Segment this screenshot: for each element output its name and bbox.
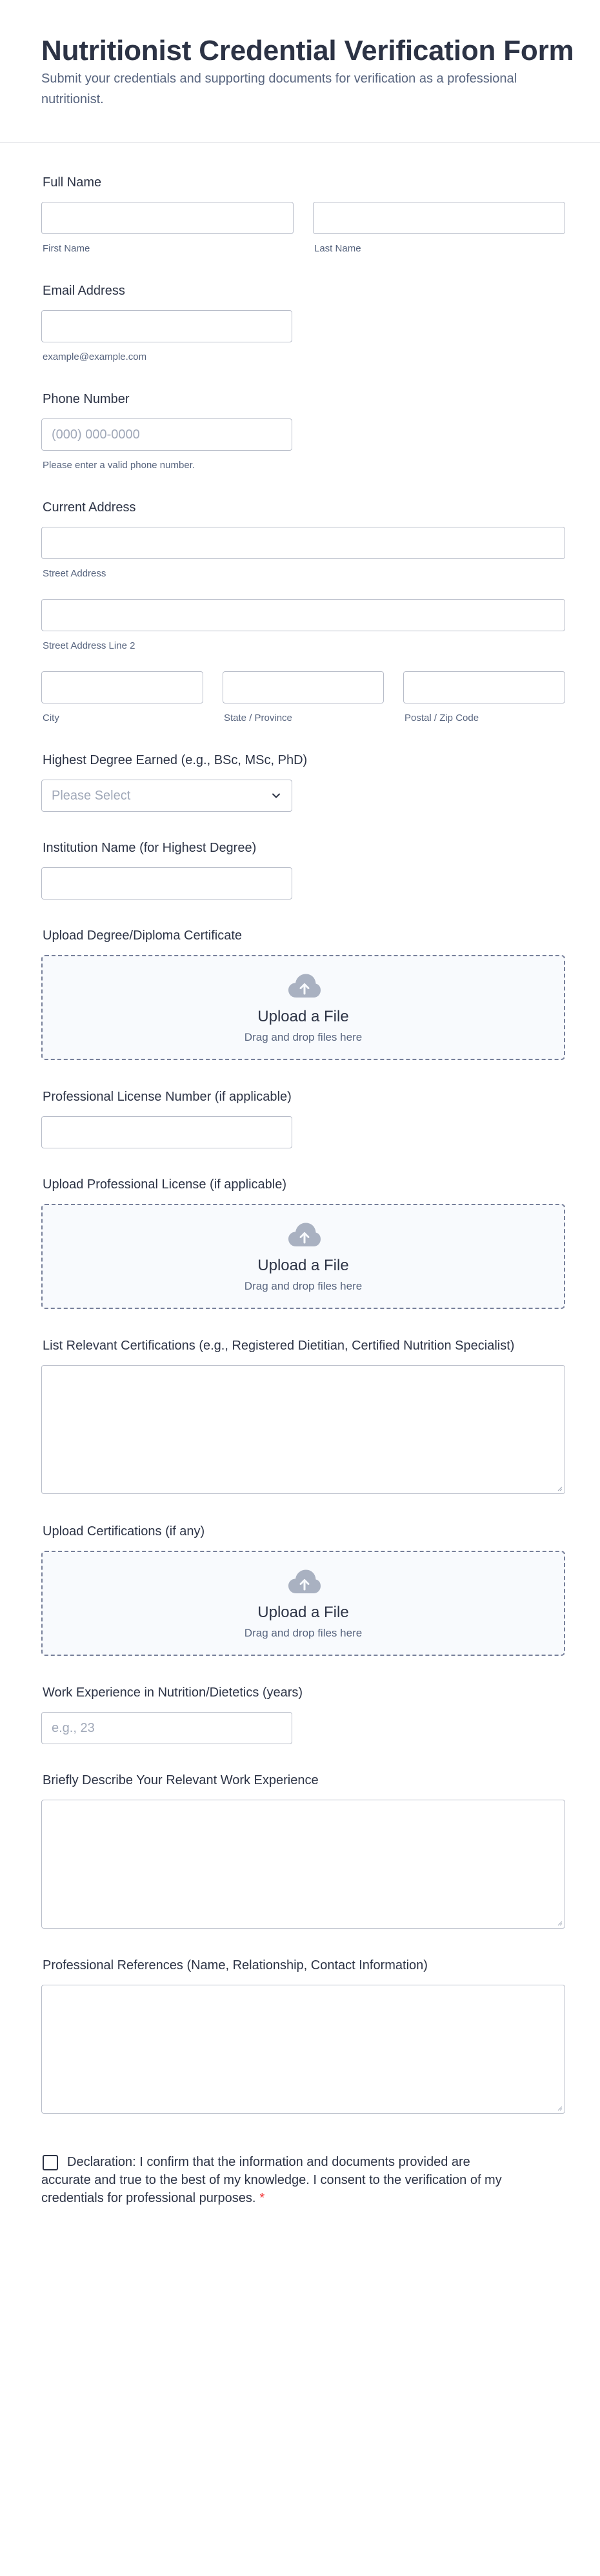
degree-upload-title: Upload a File [257, 1008, 349, 1025]
form-header: Nutritionist Credential Verification For… [0, 0, 600, 143]
street-address-line2-sublabel: Street Address Line 2 [43, 640, 135, 651]
experience-desc-textarea[interactable] [41, 1800, 565, 1929]
phone-placeholder: (000) 000-0000 [52, 428, 140, 442]
email-input[interactable] [41, 310, 292, 342]
institution-label: Institution Name (for Highest Degree) [43, 841, 257, 855]
experience-desc-label: Briefly Describe Your Relevant Work Expe… [43, 1773, 319, 1787]
street-address-sublabel: Street Address [43, 568, 106, 579]
zip-sublabel: Postal / Zip Code [405, 713, 479, 723]
email-sublabel: example@example.com [43, 351, 147, 362]
license-upload-hint: Drag and drop files here [244, 1280, 363, 1292]
zip-input[interactable] [403, 671, 565, 703]
full-name-label: Full Name [43, 175, 102, 190]
degree-selected-value: Please Select [52, 789, 131, 803]
street-address-input[interactable] [41, 527, 565, 559]
declaration-text-block: Declaration: I confirm that the informat… [41, 2153, 506, 2207]
degree-label: Highest Degree Earned (e.g., BSc, MSc, P… [43, 753, 308, 767]
license-number-label: Professional License Number (if applicab… [43, 1090, 292, 1104]
license-upload-title: Upload a File [257, 1257, 349, 1274]
references-label: Professional References (Name, Relations… [43, 1958, 428, 1972]
street-address-line2-input[interactable] [41, 599, 565, 631]
declaration-text: Declaration: I confirm that the informat… [41, 2155, 502, 2205]
cloud-upload-icon [288, 1569, 321, 1593]
degree-upload-hint: Drag and drop files here [244, 1031, 363, 1043]
resize-grip-icon[interactable] [556, 1485, 563, 1491]
last-name-input[interactable] [313, 202, 565, 234]
city-input[interactable] [41, 671, 203, 703]
license-number-input[interactable] [41, 1116, 292, 1148]
first-name-input[interactable] [41, 202, 294, 234]
certifications-label: List Relevant Certifications (e.g., Regi… [43, 1339, 515, 1353]
references-textarea[interactable] [41, 1985, 565, 2114]
cloud-upload-icon [288, 1223, 321, 1246]
phone-input[interactable]: (000) 000-0000 [41, 418, 292, 451]
institution-input[interactable] [41, 867, 292, 900]
form-title: Nutritionist Credential Verification For… [41, 35, 574, 66]
experience-years-input[interactable]: e.g., 23 [41, 1712, 292, 1744]
city-sublabel: City [43, 713, 59, 723]
address-label: Current Address [43, 500, 136, 515]
degree-upload-label: Upload Degree/Diploma Certificate [43, 929, 243, 943]
chevron-down-icon [272, 793, 280, 798]
degree-select[interactable]: Please Select [41, 780, 292, 812]
first-name-sublabel: First Name [43, 243, 90, 254]
cert-upload-label: Upload Certifications (if any) [43, 1524, 205, 1539]
phone-label: Phone Number [43, 392, 130, 406]
cloud-upload-icon [288, 974, 321, 998]
cert-upload-dropzone[interactable]: Upload a File Drag and drop files here [41, 1551, 565, 1656]
cert-upload-title: Upload a File [257, 1604, 349, 1621]
form-subtitle: Submit your credentials and supporting d… [41, 72, 517, 106]
last-name-sublabel: Last Name [314, 243, 361, 254]
resize-grip-icon[interactable] [556, 2105, 563, 2111]
experience-years-label: Work Experience in Nutrition/Dietetics (… [43, 1686, 303, 1700]
certifications-textarea[interactable] [41, 1365, 565, 1494]
cert-upload-hint: Drag and drop files here [244, 1627, 363, 1639]
email-label: Email Address [43, 284, 125, 298]
degree-upload-dropzone[interactable]: Upload a File Drag and drop files here [41, 955, 565, 1060]
required-asterisk: * [259, 2191, 265, 2205]
state-sublabel: State / Province [224, 713, 292, 723]
license-upload-dropzone[interactable]: Upload a File Drag and drop files here [41, 1204, 565, 1309]
phone-sublabel: Please enter a valid phone number. [43, 460, 195, 471]
resize-grip-icon[interactable] [556, 1920, 563, 1926]
experience-years-placeholder: e.g., 23 [52, 1721, 95, 1735]
license-upload-label: Upload Professional License (if applicab… [43, 1177, 286, 1192]
state-input[interactable] [223, 671, 384, 703]
